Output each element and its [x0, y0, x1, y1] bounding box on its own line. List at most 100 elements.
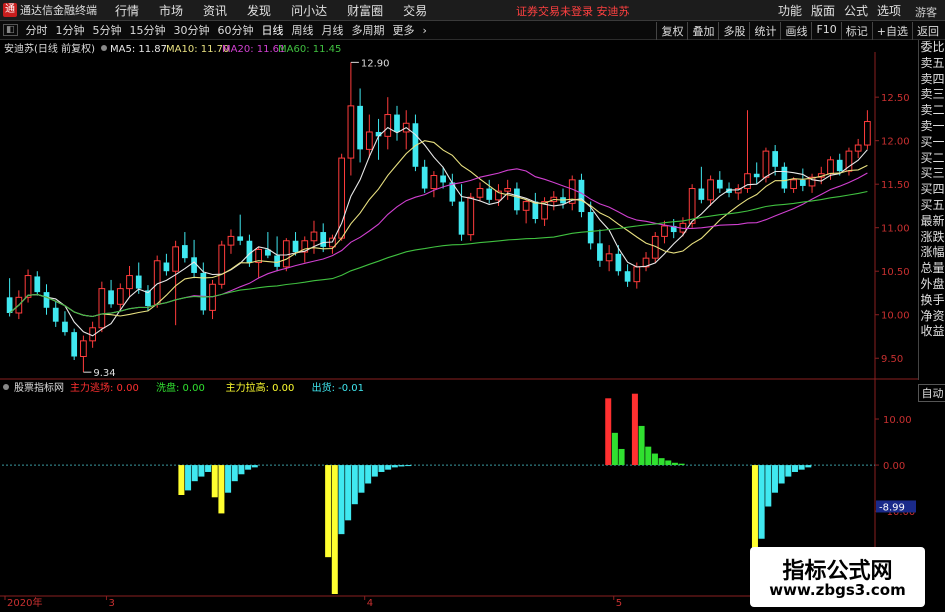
period-multi[interactable]: 多周期 [348, 22, 389, 38]
mark-button[interactable]: 标记 [840, 22, 872, 40]
candle-body-up [790, 179, 797, 190]
side-item-volume[interactable]: 总量 [919, 261, 945, 277]
adjust-button[interactable]: 复权 [656, 22, 687, 40]
menu-item-formula[interactable]: 公式 [844, 2, 868, 19]
side-item-ask5[interactable]: 卖五 [919, 56, 945, 72]
period-30min[interactable]: 30分钟 [170, 22, 214, 38]
candle-body-up [172, 246, 179, 272]
candle-body-down [43, 292, 50, 308]
side-item-net-asset[interactable]: 净资 [919, 309, 945, 325]
period-weekly[interactable]: 周线 [288, 22, 318, 38]
chevron-right-icon[interactable]: › [419, 24, 431, 37]
side-item-bid1[interactable]: 买一 [919, 135, 945, 151]
indicator-bar [331, 465, 338, 594]
candle-body-down [458, 201, 465, 235]
side-item-bid5[interactable]: 买五 [919, 198, 945, 214]
chart-svg[interactable]: 12.50 12.00 11.50 11.00 10.50 10.00 9.50 12.90 9… [0, 40, 945, 609]
menu-item-layout[interactable]: 版面 [811, 2, 835, 19]
indicator-bar [225, 465, 232, 493]
indicator-bar [678, 463, 685, 466]
candle-body-down [772, 151, 779, 167]
indicator-legend-item: 主力逃场: 0.00 [70, 381, 139, 394]
candle-body-up [218, 244, 226, 285]
f10-button[interactable]: F10 [811, 22, 840, 40]
period-60min[interactable]: 60分钟 [214, 22, 258, 38]
side-item-ask3[interactable]: 卖三 [919, 87, 945, 103]
login-notice[interactable]: 证券交易未登录 安迪苏 [516, 3, 630, 19]
side-item-change[interactable]: 涨跌 [919, 230, 945, 246]
candle-body-down [624, 271, 631, 282]
price-tick-label: 12.50 [881, 93, 910, 104]
period-monthly[interactable]: 月线 [318, 22, 348, 38]
indicator-bar [218, 465, 225, 514]
draw-button[interactable]: 画线 [780, 22, 811, 40]
candle-body-up [310, 231, 318, 242]
menu-item-options[interactable]: 选项 [877, 2, 901, 19]
period-intraday[interactable]: 分时 [22, 22, 52, 38]
watermark-url: www.zbgs3.com [769, 581, 906, 599]
candle-body-up [661, 225, 668, 237]
candle-body-up [365, 131, 373, 150]
add-watchlist-button[interactable]: +自选 [871, 22, 912, 40]
price-legend-ma60: MA60: 11.45 [278, 44, 341, 55]
high-price-label: 12.90 [361, 58, 390, 69]
menu-item-market[interactable]: 市场 [159, 2, 183, 19]
chart-area[interactable]: 12.50 12.00 11.50 11.00 10.50 10.00 9.50 12.90 9… [0, 40, 945, 609]
candle-body-down [34, 276, 41, 293]
candle-body-down [799, 179, 806, 186]
menu-item-news[interactable]: 资讯 [203, 2, 227, 19]
side-item-bid2[interactable]: 买二 [919, 151, 945, 167]
side-item-turnover[interactable]: 换手 [919, 293, 945, 309]
indicator-bar [338, 465, 345, 535]
candle-body-down [836, 159, 843, 172]
period-5min[interactable]: 5分钟 [89, 22, 126, 38]
multi-stock-button[interactable]: 多股 [718, 22, 749, 40]
price-tick-label: 11.00 [881, 224, 910, 235]
side-item-bid-ratio[interactable]: 委比 [919, 40, 945, 56]
side-item-ask2[interactable]: 卖二 [919, 103, 945, 119]
indicator-bar [751, 465, 758, 558]
candle-body-up [476, 188, 484, 198]
collapse-icon[interactable]: ◧ [3, 24, 18, 36]
indicator-legend-item: 主力拉高: 0.00 [226, 381, 295, 394]
menu-item-quotes[interactable]: 行情 [115, 2, 139, 19]
side-item-ask1[interactable]: 卖一 [919, 119, 945, 135]
side-item-ask4[interactable]: 卖四 [919, 72, 945, 88]
indicator-bar [365, 465, 372, 484]
back-button[interactable]: 返回 [912, 22, 943, 40]
candle-body-up [227, 235, 235, 246]
menu-item-function[interactable]: 功能 [778, 2, 802, 19]
candle-body-up [126, 275, 133, 290]
menu-item-ask[interactable]: 问小达 [291, 2, 327, 19]
period-daily[interactable]: 日线 [258, 22, 288, 38]
candle-body-down [716, 179, 723, 189]
indicator-bar [185, 465, 192, 491]
candle-body-down [320, 232, 327, 247]
overlay-button[interactable]: 叠加 [687, 22, 718, 40]
guest-label[interactable]: 游客 [915, 4, 937, 20]
candle-body-down [615, 253, 622, 272]
period-15min[interactable]: 15分钟 [126, 22, 170, 38]
candle-body-down [52, 307, 59, 322]
side-item-bid3[interactable]: 买三 [919, 166, 945, 182]
side-item-outer[interactable]: 外盘 [919, 277, 945, 293]
indicator-bar [325, 465, 332, 558]
period-1min[interactable]: 1分钟 [52, 22, 89, 38]
indicator-bar [778, 465, 785, 484]
indicator-bar [238, 465, 245, 475]
auto-button[interactable]: 自动 [918, 384, 945, 402]
indicator-bar [198, 465, 205, 477]
menu-item-trade[interactable]: 交易 [403, 2, 427, 19]
candle-body-down [135, 275, 142, 289]
side-item-change-pct[interactable]: 涨幅 [919, 245, 945, 261]
side-item-last[interactable]: 最新 [919, 214, 945, 230]
side-item-earnings[interactable]: 收益 [919, 324, 945, 340]
menu-item-discover[interactable]: 发现 [247, 2, 271, 19]
period-more[interactable]: 更多 [389, 22, 419, 38]
side-item-bid4[interactable]: 买四 [919, 182, 945, 198]
menu-item-wealth[interactable]: 财富圈 [347, 2, 383, 19]
indicator-bar [631, 393, 638, 466]
candle-body-up [854, 144, 862, 152]
stats-button[interactable]: 统计 [749, 22, 780, 40]
indicator-bar [605, 398, 612, 466]
